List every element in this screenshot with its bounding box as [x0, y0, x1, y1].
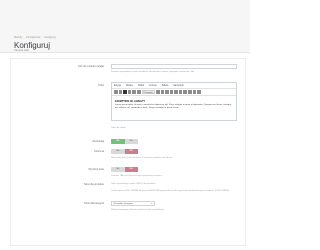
- display-switch[interactable]: TAK NIE: [111, 139, 138, 144]
- italic-icon[interactable]: [127, 90, 132, 94]
- outdent-icon[interactable]: [183, 90, 188, 94]
- column-switch-yes[interactable]: TAK: [111, 149, 125, 154]
- column-switch-no[interactable]: NIE: [124, 149, 138, 154]
- highlight-switch-no[interactable]: NIE: [124, 167, 138, 172]
- chevron-down-icon: ▾: [151, 203, 153, 205]
- menu-format[interactable]: Format: [149, 85, 156, 87]
- category-select[interactable]: Wszystkie kategorie ▾: [111, 201, 155, 206]
- align-justify-icon[interactable]: [169, 90, 174, 94]
- category-help: Wybierz kategorię, dla której tekst ma b…: [111, 209, 164, 211]
- editor-content-heading: EXEMPTION OF LIABILITY: [115, 100, 146, 103]
- product-link-label: Link do produktu (stała): [77, 65, 104, 68]
- product-link-input[interactable]: [111, 64, 237, 69]
- underline-icon[interactable]: [132, 90, 136, 94]
- menu-insert[interactable]: Wstaw: [126, 85, 133, 87]
- product-text-label: Tekst dla produktu: [83, 183, 104, 186]
- column-switch[interactable]: TAK NIE: [111, 149, 138, 154]
- position-help: Umieść przed LINK-TERMS lub przed TEKSTE…: [111, 190, 230, 192]
- bold-icon[interactable]: [123, 90, 127, 94]
- undo-icon[interactable]: [114, 90, 118, 94]
- product-link-help: Dopisek wyświetlany w linku produktu: id…: [111, 71, 195, 73]
- highlight-switch-yes[interactable]: TAK: [111, 167, 125, 172]
- text-label: Tekst: [98, 84, 104, 87]
- highlight-label: Wyróżnij tekst: [88, 168, 104, 171]
- breadcrumb-item[interactable]: Moduły: [14, 36, 22, 39]
- indent-icon[interactable]: [188, 90, 192, 94]
- column-help: Wyświetlaj tekst jako kolumna na stronac…: [111, 157, 173, 159]
- menu-edit[interactable]: Edycja: [114, 85, 121, 87]
- align-right-icon[interactable]: [165, 90, 169, 94]
- bullet-list-icon[interactable]: [174, 90, 178, 94]
- page-subtitle: Camera.stati: [14, 49, 29, 52]
- menu-table[interactable]: Tabela: [161, 85, 168, 87]
- editor-toolbar: Paragraph: [112, 89, 236, 96]
- breadcrumb: Moduły Zarządzanie Konfiguruj: [14, 36, 59, 39]
- page-header: Moduły Zarządzanie Konfiguruj Konfiguruj…: [0, 0, 250, 53]
- paragraph-format-select[interactable]: Paragraph: [141, 90, 155, 94]
- product-text-help: Tekst wyświetlany w polu TEKST dla produ…: [111, 183, 156, 185]
- category-label: Tekst dla kategorii: [83, 202, 104, 205]
- breadcrumb-item[interactable]: Zarządzanie: [26, 36, 40, 39]
- display-switch-no[interactable]: NIE: [124, 139, 138, 144]
- editor-content-body: Lorem ipsum dolor sit amet, consectetur …: [115, 104, 232, 109]
- category-select-value: Wszystkie kategorie: [113, 203, 133, 205]
- breadcrumb-item[interactable]: Konfiguruj: [44, 36, 56, 39]
- highlight-switch[interactable]: TAK NIE: [111, 167, 138, 172]
- rich-text-editor[interactable]: Edycja Wstaw Widok Format Tabela Narzędz…: [111, 82, 237, 121]
- numbered-list-icon[interactable]: [178, 90, 183, 94]
- menu-tools[interactable]: Narzędzia: [173, 85, 183, 87]
- text-help: Tekst do stopki: [111, 127, 126, 129]
- display-switch-yes[interactable]: TAK: [111, 139, 125, 144]
- image-icon[interactable]: [197, 90, 201, 94]
- align-center-icon[interactable]: [160, 90, 165, 94]
- align-left-icon[interactable]: [155, 90, 160, 94]
- highlight-help: Zaznacz TAK jeśli tekst ma być wyróżnion…: [111, 175, 162, 177]
- display-label: Wyświetlaj: [92, 140, 104, 143]
- redo-icon[interactable]: [118, 90, 123, 94]
- link-icon[interactable]: [192, 90, 197, 94]
- strikethrough-icon[interactable]: [136, 90, 141, 94]
- column-label: Kolumna: [94, 150, 104, 153]
- menu-view[interactable]: Widok: [138, 85, 144, 87]
